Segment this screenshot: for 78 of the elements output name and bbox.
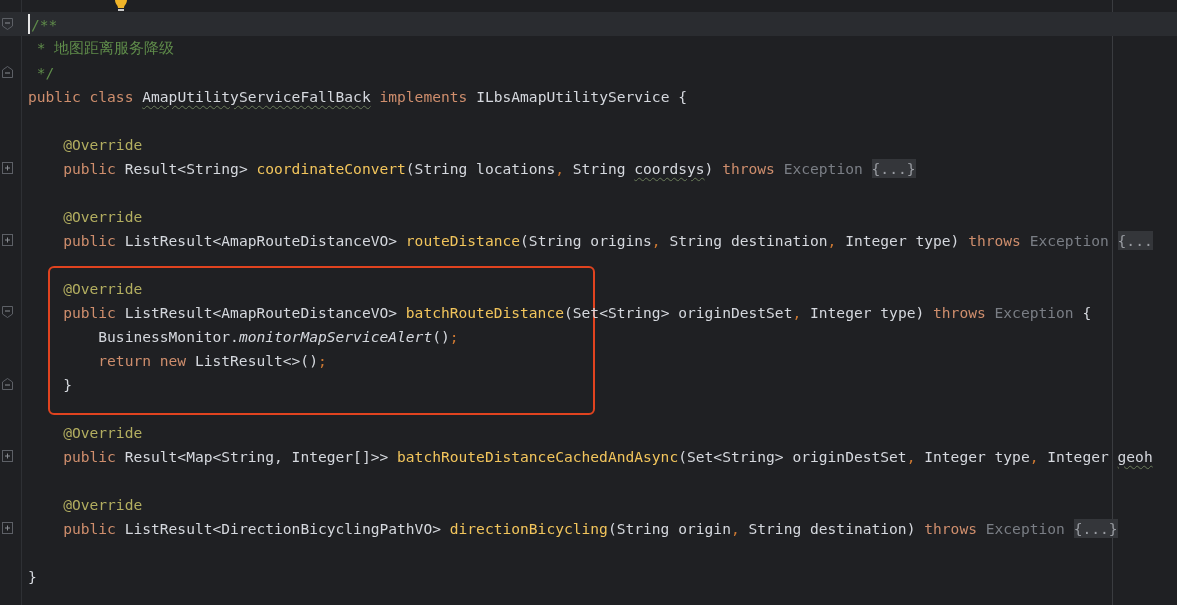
code-token: Integer type): [845, 231, 961, 249]
code-token: ,: [906, 447, 917, 465]
code-comment: */: [35, 63, 55, 81]
code-token: ,: [1029, 447, 1040, 465]
code-token: return new: [97, 351, 188, 369]
code-token: ,: [730, 519, 741, 537]
code-token: @Override: [62, 279, 143, 297]
code-token: Exception: [985, 519, 1066, 537]
expand-icon[interactable]: [1, 234, 13, 246]
collapse-icon[interactable]: [1, 378, 13, 390]
code-token: throws: [924, 519, 978, 537]
collapse-icon[interactable]: [1, 66, 13, 78]
code-token: ;: [317, 351, 327, 369]
code-token: BusinessMonitor.: [97, 327, 239, 345]
code-token: }: [28, 567, 37, 585]
code-token: String destination: [669, 231, 828, 249]
code-token: (Set<String> originDestSet: [678, 447, 907, 465]
code-token: AmapUtilityServiceFallBack: [142, 87, 371, 105]
code-token: monitorMapServiceAlert: [238, 327, 433, 345]
code-token: {: [1082, 303, 1092, 321]
code-token: public: [62, 303, 117, 321]
code-comment: * 地图距离服务降级: [35, 38, 175, 58]
code-token: public: [62, 519, 117, 537]
lightbulb-icon[interactable]: [113, 0, 129, 12]
code-token: @Override: [62, 423, 143, 441]
folded-code[interactable]: {...: [1117, 230, 1153, 250]
expand-icon[interactable]: [1, 450, 13, 462]
code-token: Integer type): [810, 303, 926, 321]
folded-code[interactable]: {...}: [1073, 518, 1118, 538]
code-token: Result<String>: [124, 159, 249, 177]
code-token: batchRouteDistance: [405, 303, 564, 321]
code-token: ILbsAmapUtilityService {: [476, 87, 687, 105]
code-token: throws: [968, 231, 1022, 249]
code-token: (String origin: [607, 519, 731, 537]
code-token: ,: [827, 231, 838, 249]
code-token: throws: [722, 159, 776, 177]
code-token: public class: [28, 87, 135, 105]
code-token: (): [432, 327, 450, 345]
collapse-icon[interactable]: [1, 306, 13, 318]
code-token: (String locations: [405, 159, 556, 177]
code-token: coordinateConvert: [256, 159, 406, 177]
code-token: String destination): [748, 519, 917, 537]
code-token: ListResult<AmapRouteDistanceVO>: [124, 231, 399, 249]
code-token: Exception: [1029, 231, 1110, 249]
code-token: implements: [378, 87, 469, 105]
code-token: ,: [555, 159, 565, 177]
code-token: public: [62, 447, 117, 465]
code-token: public: [62, 159, 117, 177]
code-token: geoh: [1117, 447, 1153, 465]
code-token: ListResult<>(): [194, 351, 318, 369]
code-token: }: [62, 375, 72, 393]
code-token: throws: [933, 303, 987, 321]
expand-icon[interactable]: [1, 522, 13, 534]
code-token: ,: [792, 303, 803, 321]
code-token: Exception: [783, 159, 864, 177]
code-token: String: [572, 159, 627, 177]
code-token: public: [62, 231, 117, 249]
code-token: ;: [449, 327, 459, 345]
code-token: Integer type: [924, 447, 1030, 465]
code-token: Integer: [1047, 447, 1110, 465]
code-token: Result<Map<String, Integer[]>>: [124, 447, 390, 465]
code-token: ): [704, 159, 715, 177]
code-token: (String origins: [520, 231, 652, 249]
code-token: Exception: [994, 303, 1075, 321]
code-token: directionBicycling: [449, 519, 608, 537]
code-token: ListResult<DirectionBicyclingPathVO>: [124, 519, 442, 537]
code-token: @Override: [62, 495, 143, 513]
code-token: @Override: [62, 207, 143, 225]
folded-code[interactable]: {...}: [871, 158, 916, 178]
code-comment: /**: [31, 15, 58, 33]
code-token: ,: [651, 231, 662, 249]
code-token: @Override: [62, 135, 143, 153]
expand-icon[interactable]: [1, 162, 13, 174]
code-token: batchRouteDistanceCachedAndAsync: [397, 447, 679, 465]
code-token: coordsys: [634, 159, 705, 177]
code-token: routeDistance: [405, 231, 521, 249]
code-token: ListResult<AmapRouteDistanceVO>: [124, 303, 399, 321]
text-caret: [28, 14, 30, 34]
